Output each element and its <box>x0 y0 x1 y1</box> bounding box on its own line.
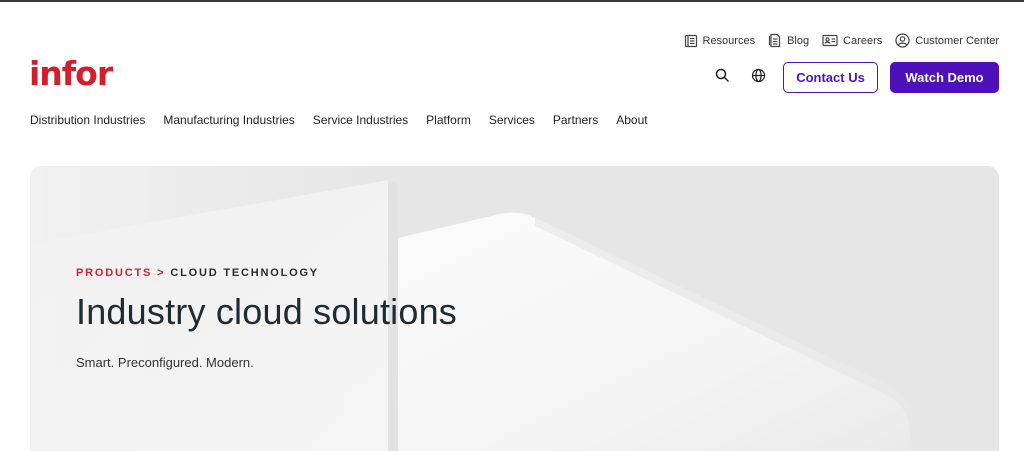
id-card-icon <box>822 34 838 47</box>
utility-link-label: Resources <box>702 34 756 47</box>
utility-link-blog[interactable]: Blog <box>768 33 809 48</box>
utility-nav: Resources Blog Careers Customer Center <box>684 33 999 48</box>
header-actions: Contact Us Watch Demo <box>711 62 999 93</box>
document-icon <box>768 33 782 48</box>
main-nav: Distribution Industries Manufacturing In… <box>30 113 648 127</box>
top-border <box>0 0 1024 2</box>
utility-link-customer-center[interactable]: Customer Center <box>895 33 999 48</box>
hero-subtitle: Smart. Preconfigured. Modern. <box>76 355 254 370</box>
watch-demo-button[interactable]: Watch Demo <box>890 62 999 93</box>
breadcrumb-products-link[interactable]: PRODUCTS <box>76 267 152 279</box>
nav-item-services[interactable]: Services <box>489 113 535 127</box>
utility-link-label: Careers <box>843 34 883 47</box>
nav-item-platform[interactable]: Platform <box>426 113 471 127</box>
user-circle-icon <box>895 33 910 48</box>
nav-item-distribution-industries[interactable]: Distribution Industries <box>30 113 145 127</box>
hero-banner: PRODUCTS > CLOUD TECHNOLOGY Industry cloud… <box>30 166 999 451</box>
language-button[interactable] <box>747 67 769 89</box>
utility-link-label: Blog <box>787 34 810 47</box>
page: Resources Blog Careers Customer Center i… <box>0 0 1024 451</box>
nav-item-partners[interactable]: Partners <box>553 113 598 127</box>
breadcrumb-separator: > <box>157 267 166 279</box>
search-icon <box>715 68 730 88</box>
nav-item-manufacturing-industries[interactable]: Manufacturing Industries <box>163 113 294 127</box>
utility-link-careers[interactable]: Careers <box>822 34 882 47</box>
nav-item-about[interactable]: About <box>616 113 647 127</box>
breadcrumb-current: CLOUD TECHNOLOGY <box>170 267 319 279</box>
book-icon <box>684 34 698 48</box>
page-title: Industry cloud solutions <box>76 291 458 332</box>
utility-link-resources[interactable]: Resources <box>684 34 756 48</box>
globe-icon <box>751 68 766 88</box>
nav-item-service-industries[interactable]: Service Industries <box>313 113 408 127</box>
contact-us-button[interactable]: Contact Us <box>783 62 878 93</box>
utility-link-label: Customer Center <box>915 34 999 47</box>
search-button[interactable] <box>711 67 733 89</box>
breadcrumb: PRODUCTS > CLOUD TECHNOLOGY <box>76 267 319 279</box>
infor-logo[interactable]: infor <box>29 57 113 90</box>
